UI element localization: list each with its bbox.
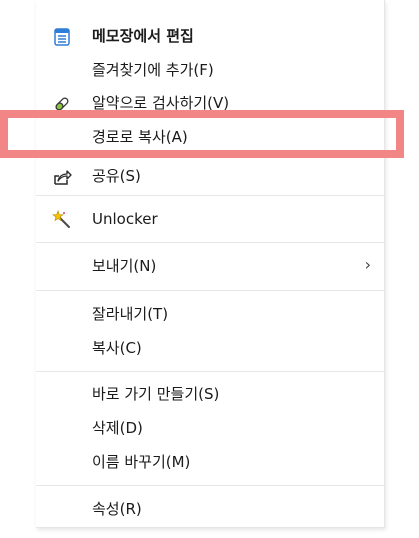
menu-item-label: 삭제(D) [92, 419, 143, 437]
menu-item-label: 메모장에서 편집 [92, 27, 194, 45]
menu-item-label: 공유(S) [92, 167, 141, 185]
menu-item-label: 알약으로 검사하기(V) [92, 94, 230, 112]
menu-item-label: 경로로 복사(A) [92, 128, 188, 146]
menu-item-label: 바로 가기 만들기(S) [92, 385, 220, 403]
menu-item-label: 잘라내기(T) [92, 305, 169, 323]
share-icon [52, 167, 72, 187]
menu-item-label: 이름 바꾸기(M) [92, 453, 191, 471]
menu-item-send-to[interactable]: 보내기(N) › [36, 251, 385, 282]
menu-item-add-to-favorites[interactable]: 즐겨찾기에 추가(F) [36, 55, 385, 86]
menu-item-properties[interactable]: 속성(R) [36, 494, 385, 525]
menu-item-label: 속성(R) [92, 500, 142, 518]
menu-item-label: 복사(C) [92, 339, 142, 357]
screen: 메모장에서 편집 즐겨찾기에 추가(F) 알약으로 검사하기(V) 경로로 복사… [0, 0, 419, 538]
menu-divider [36, 371, 385, 372]
menu-item-copy-as-path[interactable]: 경로로 복사(A) [36, 122, 385, 153]
menu-item-copy[interactable]: 복사(C) [36, 333, 385, 364]
menu-item-share[interactable]: 공유(S) [36, 161, 385, 192]
menu-item-label: Unlocker [92, 210, 158, 228]
menu-item-label: 보내기(N) [92, 257, 157, 275]
unlocker-wand-icon [52, 210, 72, 230]
menu-item-delete[interactable]: 삭제(D) [36, 413, 385, 444]
menu-item-edit-in-notepad[interactable]: 메모장에서 편집 [36, 21, 385, 52]
menu-item-cut[interactable]: 잘라내기(T) [36, 299, 385, 330]
chevron-right-icon: › [364, 255, 371, 274]
menu-divider [36, 242, 385, 243]
alyac-scan-icon [52, 94, 72, 114]
menu-divider [36, 195, 385, 196]
menu-divider [36, 485, 385, 486]
menu-item-create-shortcut[interactable]: 바로 가기 만들기(S) [36, 379, 385, 410]
menu-item-alyac-scan[interactable]: 알약으로 검사하기(V) [36, 88, 385, 119]
menu-item-rename[interactable]: 이름 바꾸기(M) [36, 447, 385, 478]
context-menu: 메모장에서 편집 즐겨찾기에 추가(F) 알약으로 검사하기(V) 경로로 복사… [36, 0, 385, 528]
menu-item-label: 즐겨찾기에 추가(F) [92, 61, 214, 79]
menu-item-unlocker[interactable]: Unlocker [36, 204, 385, 235]
menu-divider [36, 290, 385, 291]
notepad-icon [52, 27, 72, 47]
